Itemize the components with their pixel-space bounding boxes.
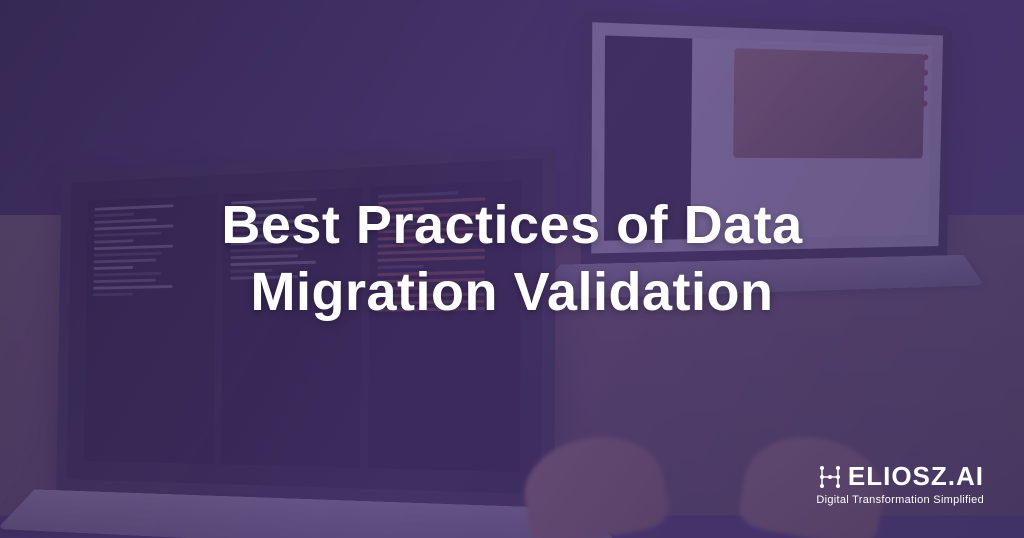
logo-main-row: ELIOSZ.AI bbox=[816, 461, 984, 492]
hero-banner: Best Practices of Data Migration Validat… bbox=[0, 0, 1024, 538]
title-line-2: Migration Validation bbox=[250, 262, 773, 322]
logo-h-icon bbox=[816, 463, 844, 491]
brand-logo: ELIOSZ.AI Digital Transformation Simplif… bbox=[816, 461, 984, 506]
logo-tagline: Digital Transformation Simplified bbox=[816, 494, 984, 506]
title-line-1: Best Practices of Data bbox=[221, 195, 802, 255]
logo-brand-text: ELIOSZ.AI bbox=[848, 461, 984, 492]
hero-title: Best Practices of Data Migration Validat… bbox=[161, 192, 862, 327]
